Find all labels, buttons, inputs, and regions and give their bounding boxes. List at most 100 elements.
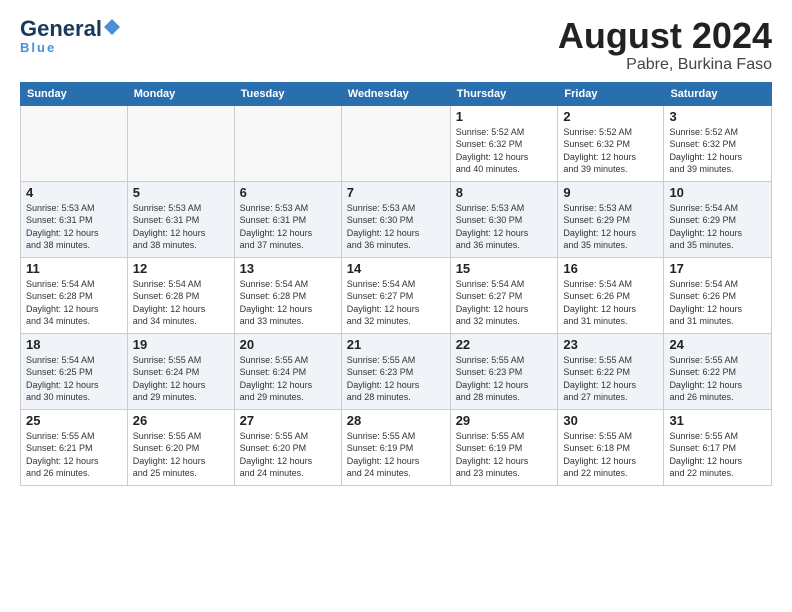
calendar-cell: 21Sunrise: 5:55 AM Sunset: 6:23 PM Dayli… bbox=[341, 333, 450, 409]
header-tuesday: Tuesday bbox=[234, 82, 341, 105]
calendar-cell bbox=[21, 105, 128, 181]
day-number: 16 bbox=[563, 261, 658, 276]
header-wednesday: Wednesday bbox=[341, 82, 450, 105]
day-info: Sunrise: 5:52 AM Sunset: 6:32 PM Dayligh… bbox=[669, 126, 766, 176]
day-number: 25 bbox=[26, 413, 122, 428]
calendar-cell: 22Sunrise: 5:55 AM Sunset: 6:23 PM Dayli… bbox=[450, 333, 558, 409]
day-number: 13 bbox=[240, 261, 336, 276]
calendar-cell: 31 Sunrise: 5:55 AM Sunset: 6:17 PM Dayli… bbox=[664, 409, 772, 485]
day-number: 19 bbox=[133, 337, 229, 352]
day-number: 17 bbox=[669, 261, 766, 276]
logo-blue: Blue bbox=[20, 40, 56, 55]
week-row-5: 25 Sunrise: 5:55 AM Sunset: 6:21 PM Dayli… bbox=[21, 409, 772, 485]
calendar-cell: 2 Sunrise: 5:52 AM Sunset: 6:32 PM Daylig… bbox=[558, 105, 664, 181]
day-number: 1 bbox=[456, 109, 553, 124]
day-info: Sunrise: 5:55 AM Sunset: 6:22 PM Dayligh… bbox=[669, 354, 766, 404]
calendar-cell bbox=[234, 105, 341, 181]
day-number: 11 bbox=[26, 261, 122, 276]
day-info: Sunrise: 5:52 AM Sunset: 6:32 PM Dayligh… bbox=[456, 126, 553, 176]
day-info: Sunrise: 5:53 AM Sunset: 6:31 PM Dayligh… bbox=[133, 202, 229, 252]
calendar-cell: 20 Sunrise: 5:55 AM Sunset: 6:24 PM Dayli… bbox=[234, 333, 341, 409]
day-info: Sunrise: 5:55 AM Sunset: 6:23 PM Dayligh… bbox=[347, 354, 445, 404]
day-number: 26 bbox=[133, 413, 229, 428]
day-info: Sunrise: 5:55 AM Sunset: 6:17 PM Dayligh… bbox=[669, 430, 766, 480]
calendar-cell: 25 Sunrise: 5:55 AM Sunset: 6:21 PM Dayli… bbox=[21, 409, 128, 485]
calendar-title: August 2024 bbox=[558, 16, 772, 56]
day-info: Sunrise: 5:53 AM Sunset: 6:31 PM Dayligh… bbox=[240, 202, 336, 252]
day-number: 8 bbox=[456, 185, 553, 200]
header-friday: Friday bbox=[558, 82, 664, 105]
calendar-cell: 19 Sunrise: 5:55 AM Sunset: 6:24 PM Dayli… bbox=[127, 333, 234, 409]
day-number: 31 bbox=[669, 413, 766, 428]
day-number: 20 bbox=[240, 337, 336, 352]
day-info: Sunrise: 5:55 AM Sunset: 6:19 PM Dayligh… bbox=[347, 430, 445, 480]
day-number: 15 bbox=[456, 261, 553, 276]
day-info: Sunrise: 5:55 AM Sunset: 6:20 PM Dayligh… bbox=[133, 430, 229, 480]
day-info: Sunrise: 5:55 AM Sunset: 6:21 PM Dayligh… bbox=[26, 430, 122, 480]
page: General Blue August 2024 Pabre, Burkina … bbox=[0, 0, 792, 612]
day-info: Sunrise: 5:52 AM Sunset: 6:32 PM Dayligh… bbox=[563, 126, 658, 176]
calendar-cell: 13Sunrise: 5:54 AM Sunset: 6:28 PM Dayli… bbox=[234, 257, 341, 333]
day-info: Sunrise: 5:54 AM Sunset: 6:27 PM Dayligh… bbox=[347, 278, 445, 328]
day-info: Sunrise: 5:55 AM Sunset: 6:19 PM Dayligh… bbox=[456, 430, 553, 480]
day-info: Sunrise: 5:53 AM Sunset: 6:31 PM Dayligh… bbox=[26, 202, 122, 252]
calendar-cell: 8 Sunrise: 5:53 AM Sunset: 6:30 PM Daylig… bbox=[450, 181, 558, 257]
day-info: Sunrise: 5:54 AM Sunset: 6:25 PM Dayligh… bbox=[26, 354, 122, 404]
day-info: Sunrise: 5:53 AM Sunset: 6:30 PM Dayligh… bbox=[456, 202, 553, 252]
calendar-cell: 24 Sunrise: 5:55 AM Sunset: 6:22 PM Dayli… bbox=[664, 333, 772, 409]
logo-general: General bbox=[20, 16, 102, 42]
weekday-header-row: Sunday Monday Tuesday Wednesday Thursday… bbox=[21, 82, 772, 105]
day-number: 27 bbox=[240, 413, 336, 428]
calendar-cell: 3 Sunrise: 5:52 AM Sunset: 6:32 PM Daylig… bbox=[664, 105, 772, 181]
calendar-cell bbox=[127, 105, 234, 181]
logo: General Blue bbox=[20, 16, 121, 55]
calendar-cell: 1 Sunrise: 5:52 AM Sunset: 6:32 PM Daylig… bbox=[450, 105, 558, 181]
day-number: 9 bbox=[563, 185, 658, 200]
day-number: 4 bbox=[26, 185, 122, 200]
calendar-cell: 16 Sunrise: 5:54 AM Sunset: 6:26 PM Dayli… bbox=[558, 257, 664, 333]
day-info: Sunrise: 5:55 AM Sunset: 6:22 PM Dayligh… bbox=[563, 354, 658, 404]
calendar-cell: 7Sunrise: 5:53 AM Sunset: 6:30 PM Daylig… bbox=[341, 181, 450, 257]
logo-icon bbox=[103, 18, 121, 36]
header-monday: Monday bbox=[127, 82, 234, 105]
header: General Blue August 2024 Pabre, Burkina … bbox=[20, 16, 772, 74]
header-thursday: Thursday bbox=[450, 82, 558, 105]
calendar-cell: 27 Sunrise: 5:55 AM Sunset: 6:20 PM Dayli… bbox=[234, 409, 341, 485]
day-number: 2 bbox=[563, 109, 658, 124]
day-info: Sunrise: 5:54 AM Sunset: 6:28 PM Dayligh… bbox=[26, 278, 122, 328]
header-saturday: Saturday bbox=[664, 82, 772, 105]
week-row-3: 11 Sunrise: 5:54 AM Sunset: 6:28 PM Dayli… bbox=[21, 257, 772, 333]
day-number: 29 bbox=[456, 413, 553, 428]
calendar-cell: 12Sunrise: 5:54 AM Sunset: 6:28 PM Dayli… bbox=[127, 257, 234, 333]
header-sunday: Sunday bbox=[21, 82, 128, 105]
day-info: Sunrise: 5:55 AM Sunset: 6:18 PM Dayligh… bbox=[563, 430, 658, 480]
day-info: Sunrise: 5:54 AM Sunset: 6:26 PM Dayligh… bbox=[563, 278, 658, 328]
calendar-cell: 28 Sunrise: 5:55 AM Sunset: 6:19 PM Dayli… bbox=[341, 409, 450, 485]
day-info: Sunrise: 5:55 AM Sunset: 6:20 PM Dayligh… bbox=[240, 430, 336, 480]
day-number: 24 bbox=[669, 337, 766, 352]
day-info: Sunrise: 5:54 AM Sunset: 6:26 PM Dayligh… bbox=[669, 278, 766, 328]
calendar-table: Sunday Monday Tuesday Wednesday Thursday… bbox=[20, 82, 772, 486]
day-info: Sunrise: 5:54 AM Sunset: 6:29 PM Dayligh… bbox=[669, 202, 766, 252]
calendar-cell: 17 Sunrise: 5:54 AM Sunset: 6:26 PM Dayli… bbox=[664, 257, 772, 333]
calendar-subtitle: Pabre, Burkina Faso bbox=[558, 56, 772, 74]
day-info: Sunrise: 5:54 AM Sunset: 6:28 PM Dayligh… bbox=[133, 278, 229, 328]
calendar-cell: 30 Sunrise: 5:55 AM Sunset: 6:18 PM Dayli… bbox=[558, 409, 664, 485]
day-number: 28 bbox=[347, 413, 445, 428]
day-info: Sunrise: 5:53 AM Sunset: 6:29 PM Dayligh… bbox=[563, 202, 658, 252]
day-info: Sunrise: 5:55 AM Sunset: 6:24 PM Dayligh… bbox=[133, 354, 229, 404]
day-info: Sunrise: 5:55 AM Sunset: 6:24 PM Dayligh… bbox=[240, 354, 336, 404]
calendar-cell: 11 Sunrise: 5:54 AM Sunset: 6:28 PM Dayli… bbox=[21, 257, 128, 333]
day-number: 5 bbox=[133, 185, 229, 200]
day-number: 10 bbox=[669, 185, 766, 200]
day-number: 3 bbox=[669, 109, 766, 124]
logo-line: General bbox=[20, 16, 121, 42]
day-number: 30 bbox=[563, 413, 658, 428]
calendar-cell: 9 Sunrise: 5:53 AM Sunset: 6:29 PM Daylig… bbox=[558, 181, 664, 257]
day-info: Sunrise: 5:54 AM Sunset: 6:27 PM Dayligh… bbox=[456, 278, 553, 328]
calendar-cell: 23Sunrise: 5:55 AM Sunset: 6:22 PM Dayli… bbox=[558, 333, 664, 409]
calendar-cell: 4 Sunrise: 5:53 AM Sunset: 6:31 PM Daylig… bbox=[21, 181, 128, 257]
calendar-cell: 10 Sunrise: 5:54 AM Sunset: 6:29 PM Dayli… bbox=[664, 181, 772, 257]
day-number: 6 bbox=[240, 185, 336, 200]
day-number: 14 bbox=[347, 261, 445, 276]
